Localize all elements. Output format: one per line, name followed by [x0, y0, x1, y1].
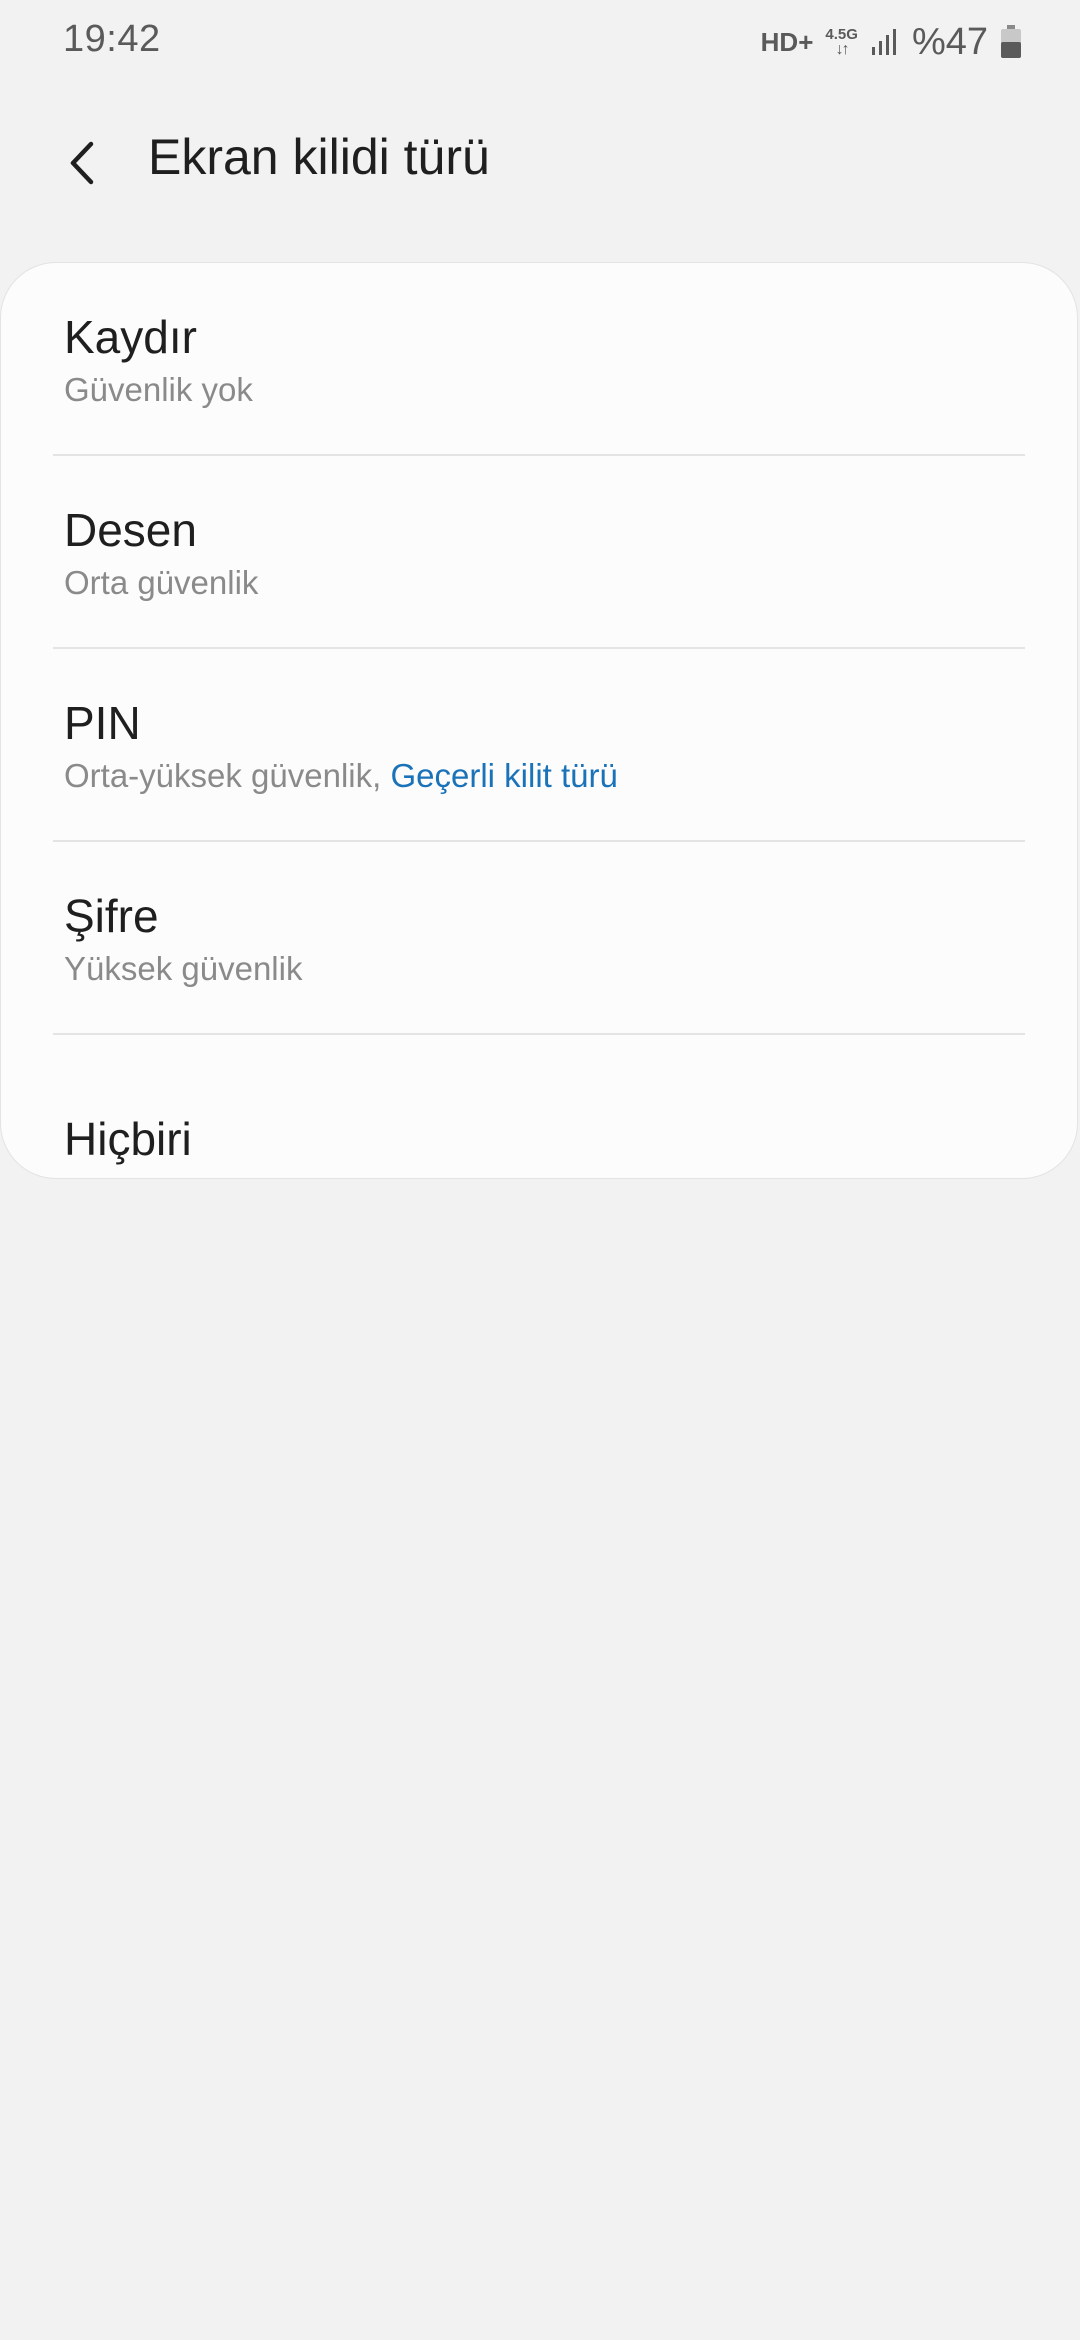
- battery-icon: [1001, 25, 1021, 58]
- status-time: 19:42: [63, 18, 161, 60]
- lock-type-list: Kaydır Güvenlik yok Desen Orta güvenlik …: [0, 262, 1078, 1179]
- status-icons: HD+ 4.5G ↓↑ %47: [761, 20, 1022, 64]
- option-pin[interactable]: PIN Orta-yüksek güvenlik, Geçerli kilit …: [1, 649, 1077, 842]
- app-bar: Ekran kilidi türü: [0, 110, 1080, 210]
- option-title: Hiçbiri: [64, 1113, 192, 1165]
- option-title: Desen: [64, 504, 197, 556]
- network-type-label: 4.5G: [825, 25, 858, 43]
- option-title: Kaydır: [64, 311, 197, 363]
- option-subtitle: Yüksek güvenlik: [64, 949, 303, 987]
- chevron-left-icon: [70, 141, 94, 185]
- back-button[interactable]: [48, 128, 118, 198]
- signal-strength-icon: [871, 29, 896, 55]
- option-none[interactable]: Hiçbiri: [1, 1035, 1077, 1178]
- page-title: Ekran kilidi türü: [148, 129, 490, 185]
- option-subtitle-text: Orta-yüksek güvenlik,: [64, 756, 391, 794]
- option-subtitle: Orta-yüksek güvenlik, Geçerli kilit türü: [64, 756, 1077, 796]
- data-arrows-icon: ↓↑: [835, 40, 850, 58]
- option-swipe[interactable]: Kaydır Güvenlik yok: [1, 263, 1077, 456]
- option-subtitle: Güvenlik yok: [64, 370, 253, 408]
- network-type-icon: 4.5G ↓↑: [825, 27, 858, 58]
- current-lock-type-label: Geçerli kilit türü: [390, 756, 618, 794]
- battery-percent: %47: [911, 20, 988, 63]
- option-pattern[interactable]: Desen Orta güvenlik: [1, 456, 1077, 649]
- hd-plus-badge: HD+: [760, 26, 814, 57]
- status-bar: 19:42 HD+ 4.5G ↓↑ %47: [0, 0, 1080, 84]
- option-password[interactable]: Şifre Yüksek güvenlik: [1, 842, 1077, 1035]
- option-title: Şifre: [64, 890, 159, 942]
- option-subtitle: Orta güvenlik: [64, 563, 259, 601]
- option-title: PIN: [64, 697, 141, 749]
